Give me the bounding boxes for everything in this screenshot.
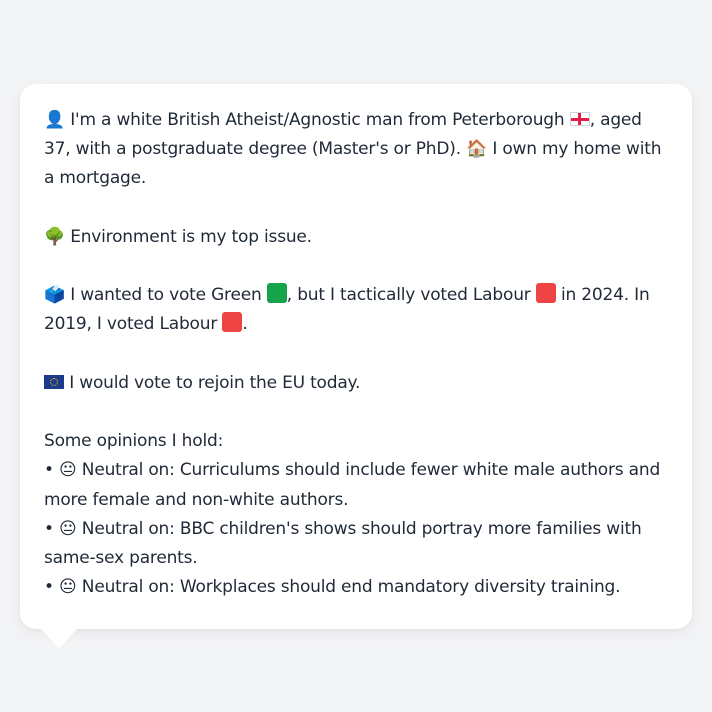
opinion-text: Workplaces should end mandatory diversit… xyxy=(179,577,621,598)
eu-flag-icon xyxy=(44,374,64,389)
list-item: • 😐 Neutral on: BBC children's shows sho… xyxy=(44,515,668,573)
issue-paragraph: 🌳 Environment is my top issue. xyxy=(44,223,668,252)
list-item: • 😐 Neutral on: Curriculums should inclu… xyxy=(44,456,668,514)
bullet: • xyxy=(44,460,54,481)
tree-icon: 🌳 xyxy=(44,226,65,247)
issue-text: Environment is my top issue. xyxy=(70,226,312,247)
neutral-face-icon: 😐 xyxy=(59,577,77,598)
opinion-label: Neutral on: xyxy=(81,460,175,481)
chat-message-bubble: 👤 I'm a white British Atheist/Agnostic m… xyxy=(20,84,692,629)
message-text: 👤 I'm a white British Atheist/Agnostic m… xyxy=(44,106,668,602)
house-icon: 🏠 xyxy=(466,139,488,160)
red-square-icon xyxy=(222,312,243,333)
eu-text: I would vote to rejoin the EU today. xyxy=(69,372,361,393)
opinions-list: • 😐 Neutral on: Curriculums should inclu… xyxy=(44,456,668,602)
ballot-box-icon: 🗳️ xyxy=(44,285,65,306)
opinion-label: Neutral on: xyxy=(81,518,175,539)
bullet: • xyxy=(44,518,54,539)
red-square-icon xyxy=(535,283,556,304)
vote-text-4: . xyxy=(242,314,248,335)
bubble-tail xyxy=(40,628,78,648)
opinions-heading: Some opinions I hold: xyxy=(44,431,224,452)
england-flag-icon xyxy=(569,112,590,126)
green-square-icon xyxy=(266,283,287,304)
intro-paragraph: 👤 I'm a white British Atheist/Agnostic m… xyxy=(44,106,668,194)
list-item: • 😐 Neutral on: Workplaces should end ma… xyxy=(44,573,668,602)
vote-text-2: , but I tactically voted Labour xyxy=(286,285,531,306)
intro-text-1: I'm a white British Atheist/Agnostic man… xyxy=(70,110,565,130)
eu-paragraph: I would vote to rejoin the EU today. xyxy=(44,369,668,398)
neutral-face-icon: 😐 xyxy=(59,460,77,481)
opinion-label: Neutral on: xyxy=(81,577,175,598)
vote-text-1: I wanted to vote Green xyxy=(70,285,262,306)
bullet: • xyxy=(44,577,54,598)
person-icon: 👤 xyxy=(44,110,65,130)
vote-paragraph: 🗳️ I wanted to vote Green , but I tactic… xyxy=(44,281,668,339)
neutral-face-icon: 😐 xyxy=(59,518,77,539)
